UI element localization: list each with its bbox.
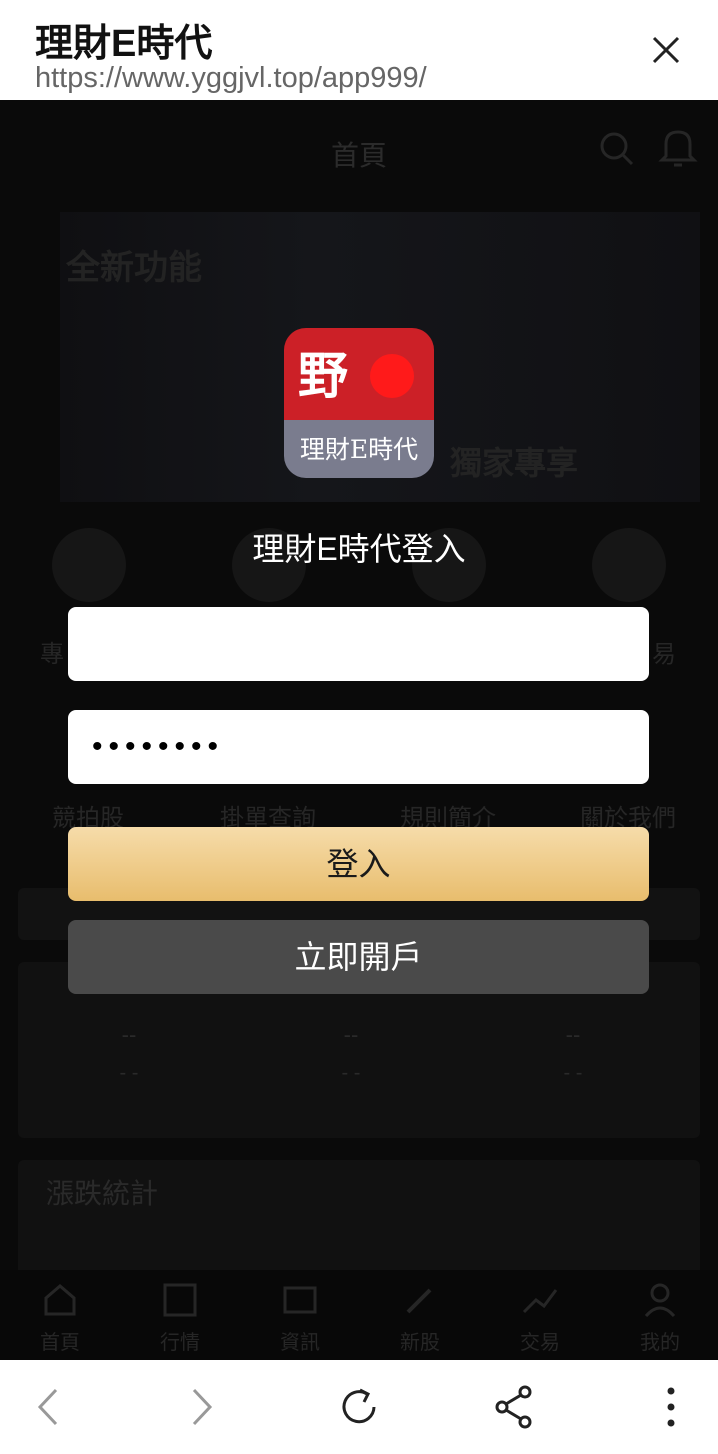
stat-change: - - [119, 1062, 139, 1084]
app-logo: 野 理財E時代 [284, 328, 434, 478]
close-icon[interactable] [646, 30, 686, 70]
user-icon [644, 1283, 676, 1318]
tab-ipo: 新股 [370, 1270, 470, 1360]
feature-label: 專 [40, 641, 64, 668]
stat-value: -- [343, 1022, 359, 1047]
gavel-icon [406, 1288, 432, 1314]
banner-left-text: 全新功能 [66, 249, 202, 287]
logo-sub-text: 理財E時代 [299, 435, 419, 464]
open-account-button[interactable]: 立即開戶 [68, 920, 649, 994]
refresh-icon[interactable] [334, 1382, 384, 1432]
logo-brand-text: 野 [298, 346, 348, 405]
stat-change: - - [341, 1062, 361, 1084]
stat-value: -- [121, 1022, 137, 1047]
tab-news: 資訊 [250, 1270, 350, 1360]
redaction-dot [370, 354, 414, 398]
share-icon[interactable] [490, 1382, 540, 1432]
tab-profile: 我的 [610, 1270, 710, 1360]
password-input[interactable] [68, 710, 649, 784]
tab-label: 行情 [160, 1332, 200, 1354]
chart-icon [163, 1283, 197, 1317]
news-icon [283, 1286, 317, 1314]
login-button[interactable]: 登入 [68, 827, 649, 901]
trend-icon [522, 1289, 558, 1314]
feature-label: 易 [652, 641, 676, 668]
rise-fall-title: 漲跌統計 [46, 1178, 159, 1209]
login-title: 理財E時代登入 [252, 531, 466, 567]
more-options-icon[interactable] [646, 1382, 696, 1432]
browser-top-bar: 理財E時代 https://www.yggjvl.top/app999/ [0, 0, 718, 100]
stat-change: - - [563, 1062, 583, 1084]
search-icon [600, 132, 634, 166]
tab-home: 首頁 [10, 1270, 110, 1360]
forward-arrow-icon[interactable] [176, 1382, 226, 1432]
home-icon [44, 1284, 76, 1316]
bell-icon [658, 130, 698, 167]
tab-label: 首頁 [40, 1332, 80, 1354]
browser-url[interactable]: https://www.yggjvl.top/app999/ [35, 62, 427, 95]
tab-market: 行情 [130, 1270, 230, 1360]
stat-value: -- [565, 1022, 581, 1047]
tab-label: 交易 [520, 1332, 560, 1354]
app-tab-bar: 首頁 行情 資訊 新股 交易 我的 [0, 1270, 718, 1360]
tab-label: 資訊 [280, 1332, 320, 1354]
tab-label: 新股 [400, 1332, 440, 1354]
username-input[interactable] [68, 607, 649, 681]
browser-page-title: 理財E時代 [35, 23, 213, 65]
tab-trade: 交易 [490, 1270, 590, 1360]
back-arrow-icon[interactable] [24, 1382, 74, 1432]
banner-right-text: 獨家專享 [450, 445, 579, 481]
tab-label: 我的 [640, 1332, 680, 1354]
browser-bottom-bar [0, 1360, 718, 1454]
